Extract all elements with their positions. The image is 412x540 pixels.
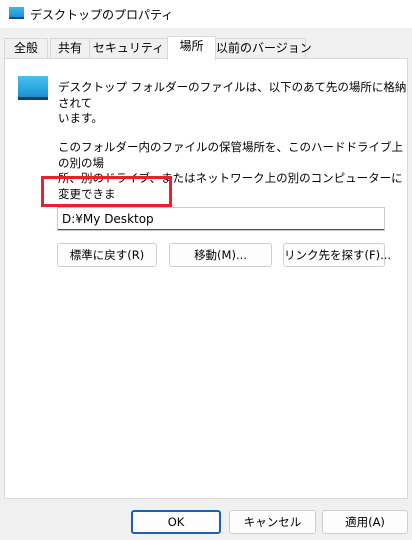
find-target-button[interactable]: リンク先を探す(F)... xyxy=(283,243,391,267)
instruction-line: このフォルダー内のファイルの保管場所を、このハードドライブ上の別の場 xyxy=(58,140,403,170)
location-description: デスクトップ フォルダーのファイルは、以下のあて先の場所に格納されて います。 xyxy=(58,80,412,127)
desktop-folder-icon xyxy=(9,7,24,19)
description-line: デスクトップ フォルダーのファイルは、以下のあて先の場所に格納されて xyxy=(58,80,407,110)
location-path-field[interactable] xyxy=(57,207,385,231)
desktop-folder-icon xyxy=(18,76,48,100)
properties-dialog: デスクトップのプロパティ 全般 共有 セキュリティ 場所 以前のバージョン デス… xyxy=(0,0,412,540)
location-instructions: このフォルダー内のファイルの保管場所を、このハードドライブ上の別の場 所、別のド… xyxy=(58,140,412,218)
title-bar: デスクトップのプロパティ xyxy=(0,0,412,28)
move-button[interactable]: 移動(M)... xyxy=(169,243,272,267)
tab-security[interactable]: セキュリティ xyxy=(89,38,168,58)
instruction-line: 所、別のドライブ、またはネットワーク上の別のコンピューターに変更できま xyxy=(58,171,403,201)
restore-default-button[interactable]: 標準に戻す(R) xyxy=(57,243,157,267)
apply-button[interactable]: 適用(A) xyxy=(322,510,408,534)
tab-previous-versions[interactable]: 以前のバージョン xyxy=(215,38,312,58)
ok-button[interactable]: OK xyxy=(131,510,221,534)
tab-strip: 全般 共有 セキュリティ 場所 以前のバージョン xyxy=(0,36,412,60)
tab-general[interactable]: 全般 xyxy=(4,38,48,58)
window-title: デスクトップのプロパティ xyxy=(30,8,174,22)
cancel-button[interactable]: キャンセル xyxy=(229,510,316,534)
tab-location[interactable]: 場所 xyxy=(167,36,216,60)
description-line: います。 xyxy=(58,111,103,125)
tab-sharing[interactable]: 共有 xyxy=(50,38,90,58)
